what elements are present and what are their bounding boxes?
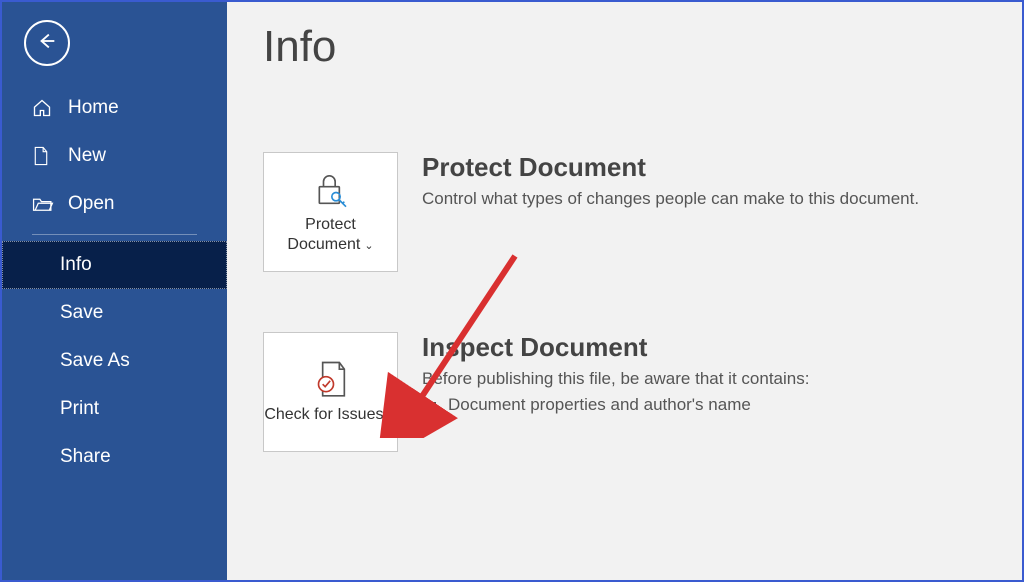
sidebar-item-open[interactable]: Open	[2, 180, 227, 228]
inspect-section: Check for Issues⌄ Inspect Document Befor…	[263, 332, 986, 452]
sidebar-item-label: Home	[68, 97, 119, 119]
inspect-desc: Before publishing this file, be aware th…	[422, 369, 986, 389]
sidebar-item-save[interactable]: Save	[2, 289, 227, 337]
inspect-issues-list: Document properties and author's name	[422, 395, 986, 415]
document-checkmark-icon	[311, 359, 351, 401]
list-item: Document properties and author's name	[448, 395, 986, 415]
back-arrow-icon	[36, 30, 58, 57]
tile-label: Check for Issues⌄	[264, 405, 396, 425]
lock-key-icon	[311, 169, 351, 211]
sidebar-divider	[32, 234, 197, 235]
sidebar-item-label: Save	[60, 302, 103, 324]
chevron-down-icon: ⌄	[364, 240, 373, 252]
tile-label: Protect Document⌄	[264, 215, 397, 255]
protect-document-button[interactable]: Protect Document⌄	[263, 152, 398, 272]
home-icon	[32, 98, 56, 118]
new-file-icon	[32, 146, 56, 166]
page-title: Info	[263, 22, 986, 72]
chevron-down-icon: ⌄	[387, 410, 396, 422]
backstage-view: Home New Open Info Save Save As Print	[2, 2, 1022, 580]
sidebar-item-new[interactable]: New	[2, 132, 227, 180]
back-button[interactable]	[24, 20, 70, 66]
sidebar-item-label: Open	[68, 193, 114, 215]
sidebar-item-save-as[interactable]: Save As	[2, 337, 227, 385]
sidebar-item-label: New	[68, 145, 106, 167]
sidebar-item-label: Save As	[60, 350, 130, 372]
protect-section: Protect Document⌄ Protect Document Contr…	[263, 152, 986, 272]
sidebar-item-share[interactable]: Share	[2, 433, 227, 481]
inspect-heading: Inspect Document	[422, 332, 986, 363]
protect-heading: Protect Document	[422, 152, 986, 183]
sidebar-item-info[interactable]: Info	[2, 241, 227, 289]
open-folder-icon	[32, 195, 56, 213]
sidebar-item-label: Info	[60, 254, 92, 276]
protect-desc: Control what types of changes people can…	[422, 189, 986, 209]
sidebar-item-label: Share	[60, 446, 111, 468]
sidebar-item-print[interactable]: Print	[2, 385, 227, 433]
info-panel: Info Protect Document⌄ Protect Document …	[227, 2, 1022, 580]
sidebar-item-label: Print	[60, 398, 99, 420]
sidebar: Home New Open Info Save Save As Print	[2, 2, 227, 580]
check-for-issues-button[interactable]: Check for Issues⌄	[263, 332, 398, 452]
sidebar-item-home[interactable]: Home	[2, 84, 227, 132]
